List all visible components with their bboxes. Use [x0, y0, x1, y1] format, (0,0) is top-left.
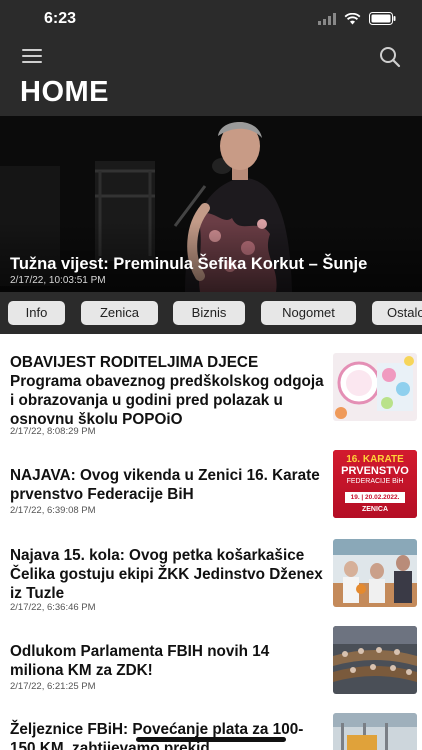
tab-nogomet[interactable]: Nogomet: [261, 301, 356, 325]
article-item[interactable]: NAJAVA: Ovog vikenda u Zenici 16. Karate…: [0, 447, 422, 527]
article-title: NAJAVA: Ovog vikenda u Zenici 16. Karate…: [10, 467, 320, 503]
article-thumbnail: [333, 713, 417, 750]
signal-icon: [318, 12, 336, 25]
article-date: 2/17/22, 8:08:29 PM: [10, 426, 96, 437]
article-date: 2/17/22, 6:21:25 PM: [10, 681, 96, 692]
app-header: HOME: [0, 40, 422, 116]
thumb-line4: 19. | 20.02.2022.: [345, 492, 405, 503]
article-date: 2/17/22, 6:39:08 PM: [10, 505, 96, 516]
tab-zenica[interactable]: Zenica: [81, 301, 158, 325]
tab-biznis[interactable]: Biznis: [173, 301, 245, 325]
article-title: Najava 15. kola: Ovog petka košarkašice …: [10, 547, 323, 602]
article-title: OBAVIJEST RODITELJIMA DJECE Programa oba…: [10, 354, 324, 428]
thumb-line3: FEDERACIJE BiH: [346, 478, 404, 485]
search-button[interactable]: [378, 45, 402, 69]
article-title: Odlukom Parlamenta FBIH novih 14 miliona…: [10, 643, 270, 679]
thumb-line5: ZENICA: [361, 506, 389, 513]
menu-button[interactable]: [22, 49, 42, 65]
status-icons: [318, 12, 396, 25]
featured-date: 2/17/22, 10:03:51 PM: [10, 275, 106, 286]
wifi-icon: [344, 12, 361, 24]
article-item[interactable]: Željeznice FBiH: Povećanje plata za 100-…: [0, 712, 422, 750]
search-icon: [380, 47, 401, 68]
page-title: HOME: [20, 76, 109, 108]
featured-article[interactable]: Tužna vijest: Preminula Šefika Korkut – …: [0, 116, 422, 292]
article-thumbnail: [333, 539, 417, 607]
category-tabs: Info Zenica Biznis Nogomet Ostalo: [0, 292, 422, 334]
thumb-line2: PRVENSTVO: [341, 465, 409, 477]
hamburger-icon: [22, 49, 42, 63]
thumb-line1: 16. KARATE: [346, 454, 404, 465]
battery-icon: [369, 12, 396, 25]
article-thumbnail: [333, 626, 417, 694]
article-thumbnail: [333, 353, 417, 421]
tab-info[interactable]: Info: [8, 301, 65, 325]
article-thumbnail: 16. KARATE PRVENSTVO FEDERACIJE BiH 19. …: [333, 450, 417, 518]
featured-title: Tužna vijest: Preminula Šefika Korkut – …: [10, 255, 368, 273]
tab-ostalo[interactable]: Ostalo: [372, 301, 422, 325]
status-bar: 6:23: [0, 0, 422, 40]
article-item[interactable]: OBAVIJEST RODITELJIMA DJECE Programa oba…: [0, 352, 422, 444]
article-item[interactable]: Najava 15. kola: Ovog petka košarkašice …: [0, 538, 422, 618]
article-item[interactable]: Odlukom Parlamenta FBIH novih 14 miliona…: [0, 626, 422, 706]
article-date: 2/17/22, 6:36:46 PM: [10, 602, 96, 613]
article-title: Željeznice FBiH: Povećanje plata za 100-…: [10, 721, 304, 750]
status-time: 6:23: [44, 10, 77, 27]
home-indicator[interactable]: [136, 737, 286, 742]
